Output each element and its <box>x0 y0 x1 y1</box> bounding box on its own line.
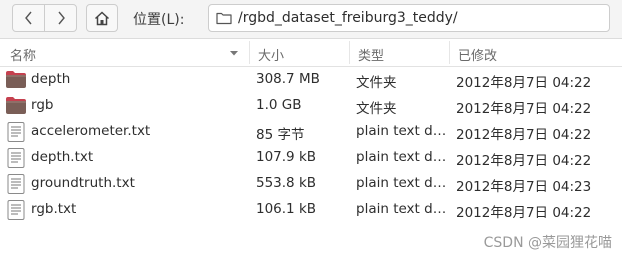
location-path-text: /rgbd_dataset_freiburg3_teddy/ <box>238 10 458 26</box>
home-icon <box>94 10 110 25</box>
column-header: 名称 大小 类型 已修改 <box>0 39 622 67</box>
sort-down-icon <box>230 51 238 56</box>
folder-icon <box>6 97 26 114</box>
file-type: plain text document <box>356 175 450 191</box>
watermark: CSDN @菜园狸花喵 <box>483 235 612 251</box>
file-list: depth 308.7 MB 文件夹 2012年8月7日 04:22 rgb 1… <box>0 67 622 223</box>
text-file-icon <box>7 200 25 220</box>
file-name: rgb.txt <box>31 201 77 217</box>
folder-icon <box>6 71 26 88</box>
file-modified: 2012年8月7日 04:22 <box>456 75 592 91</box>
file-row[interactable]: accelerometer.txt 85 字节 plain text docum… <box>0 119 622 145</box>
column-size-header[interactable]: 大小 <box>258 45 284 64</box>
file-size: 107.9 kB <box>256 149 317 165</box>
file-row[interactable]: depth.txt 107.9 kB plain text document 2… <box>0 145 622 171</box>
location-label: 位置(L): <box>133 12 185 28</box>
file-modified: 2012年8月7日 04:22 <box>456 153 592 169</box>
home-button[interactable] <box>86 4 118 32</box>
file-type: 文件夹 <box>356 101 397 117</box>
file-type: plain text document <box>356 201 450 217</box>
toolbar: 位置(L): /rgbd_dataset_freiburg3_teddy/ <box>0 0 622 39</box>
column-separator[interactable] <box>449 41 450 64</box>
file-type: plain text document <box>356 123 450 139</box>
back-button[interactable] <box>12 4 45 32</box>
column-name-header[interactable]: 名称 <box>10 45 36 64</box>
chevron-right-icon <box>57 11 65 25</box>
file-size: 106.1 kB <box>256 201 317 217</box>
file-size: 85 字节 <box>256 127 305 143</box>
file-row[interactable]: depth 308.7 MB 文件夹 2012年8月7日 04:22 <box>0 67 622 93</box>
text-file-icon <box>7 148 25 168</box>
file-name: depth <box>31 71 71 87</box>
column-separator[interactable] <box>349 41 350 64</box>
file-type: 文件夹 <box>356 75 397 91</box>
folder-outline-icon <box>216 12 232 25</box>
file-modified: 2012年8月7日 04:22 <box>456 205 592 221</box>
file-size: 308.7 MB <box>256 71 320 87</box>
file-row[interactable]: rgb 1.0 GB 文件夹 2012年8月7日 04:22 <box>0 93 622 119</box>
file-modified: 2012年8月7日 04:22 <box>456 101 592 117</box>
file-name: rgb <box>31 97 54 113</box>
file-name: accelerometer.txt <box>31 123 151 139</box>
file-row[interactable]: groundtruth.txt 553.8 kB plain text docu… <box>0 171 622 197</box>
file-row[interactable]: rgb.txt 106.1 kB plain text document 201… <box>0 197 622 223</box>
location-path-field[interactable]: /rgbd_dataset_freiburg3_teddy/ <box>208 4 610 32</box>
file-modified: 2012年8月7日 04:22 <box>456 127 592 143</box>
text-file-icon <box>7 122 25 142</box>
file-name: depth.txt <box>31 149 94 165</box>
file-name: groundtruth.txt <box>31 175 135 191</box>
forward-button[interactable] <box>44 4 77 32</box>
file-type: plain text document <box>356 149 450 165</box>
file-modified: 2012年8月7日 04:23 <box>456 179 592 195</box>
file-size: 553.8 kB <box>256 175 317 191</box>
text-file-icon <box>7 174 25 194</box>
file-size: 1.0 GB <box>256 97 302 113</box>
column-separator[interactable] <box>249 41 250 64</box>
chevron-left-icon <box>24 11 32 25</box>
column-modified-header[interactable]: 已修改 <box>458 45 497 64</box>
column-type-header[interactable]: 类型 <box>358 45 384 64</box>
